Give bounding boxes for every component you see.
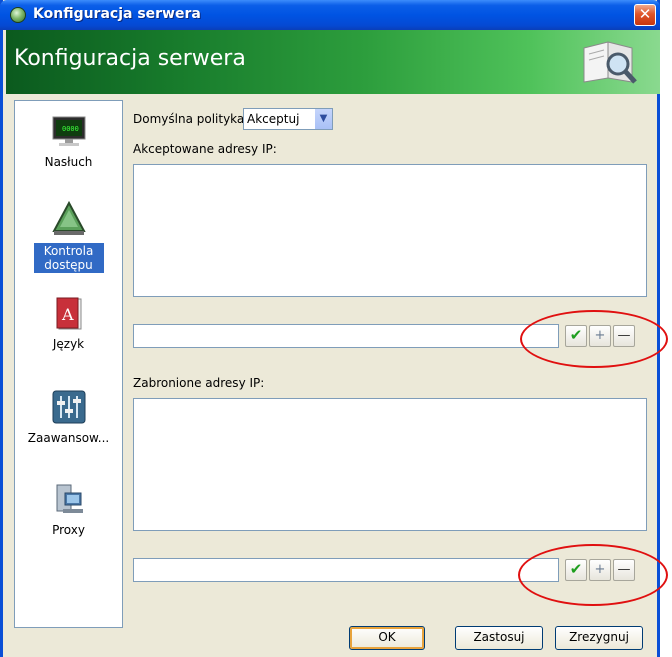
sidebar-item-label: Zaawansow... [27,431,110,445]
policy-dropdown[interactable]: Akceptuj ▼ [243,108,333,130]
highlight-circle [520,310,668,368]
cancel-button[interactable]: Zrezygnuj [555,626,643,650]
denied-ip-label: Zabronione adresy IP: [133,376,265,390]
sidebar-item-label: Nasłuch [44,155,93,169]
highlight-circle [518,544,668,606]
policy-label: Domyślna polityka [133,112,245,126]
apply-button[interactable]: Zastosuj [455,626,543,650]
sidebar: 0000 Nasłuch Kontrola dostępu A Język Za… [14,100,123,628]
denied-ip-list[interactable] [133,398,647,531]
sliders-icon [52,390,85,424]
svg-text:A: A [61,305,74,324]
header-banner: Konfiguracja serwera [6,30,660,94]
sidebar-item-label: Proxy [52,523,85,537]
triangle-access-icon [51,201,86,235]
sidebar-item-zaawansowane[interactable]: Zaawansow... [15,389,122,445]
policy-value: Akceptuj [247,112,300,126]
chevron-down-icon[interactable]: ▼ [314,109,332,129]
close-button[interactable]: ✕ [634,4,656,26]
monitor-icon: 0000 [52,116,85,146]
sidebar-item-label: Język [52,337,85,351]
language-book-icon: A [56,297,81,330]
page-title: Konfiguracja serwera [14,46,246,71]
app-icon [10,7,26,23]
sidebar-item-nasluch[interactable]: 0000 Nasłuch [15,115,122,169]
window-title: Konfiguracja serwera [33,6,201,22]
book-search-icon [583,41,637,84]
svg-text:0000: 0000 [62,125,79,133]
ok-button[interactable]: OK [349,626,425,650]
title-bar[interactable]: Konfiguracja serwera ✕ [0,0,660,30]
sidebar-item-kontrola-dostepu[interactable]: Kontrola dostępu [15,201,122,273]
accepted-ip-label: Akceptowane adresy IP: [133,142,277,156]
sidebar-item-jezyk[interactable]: A Język [15,297,122,351]
sidebar-item-proxy[interactable]: Proxy [15,483,122,537]
accepted-ip-input[interactable] [133,324,559,348]
sidebar-item-label: Kontrola dostępu [33,243,104,273]
accepted-ip-list[interactable] [133,164,647,297]
proxy-computer-icon [56,484,83,513]
denied-ip-input[interactable] [133,558,559,582]
